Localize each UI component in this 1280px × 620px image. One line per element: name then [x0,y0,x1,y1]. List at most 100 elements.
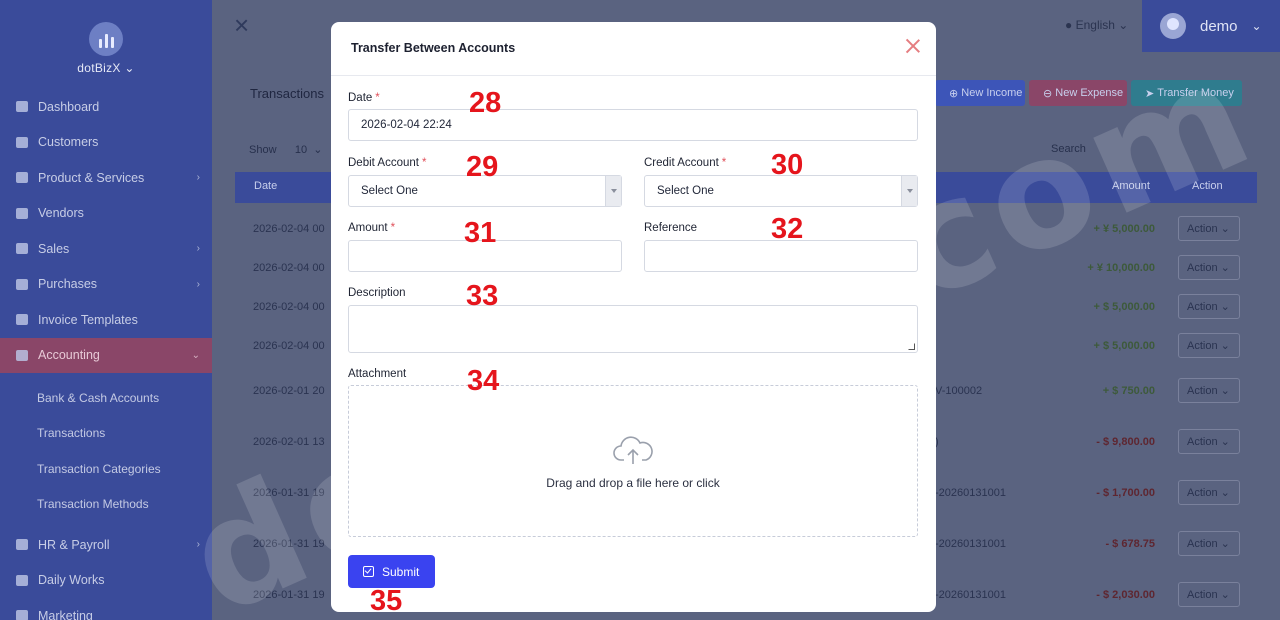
row-amount: + ¥ 5,000.00 [1093,223,1155,235]
row-action-button[interactable]: Action ⌄ [1178,378,1240,403]
row-reference: -20260131001 [935,589,1006,601]
avatar [1160,13,1186,39]
dropzone-text: Drag and drop a file here or click [546,476,720,490]
sidebar-nav: Dashboard Customers Product & Services › … [0,89,212,373]
sidebar-subitem-transaction-categories[interactable]: Transaction Categories [0,451,212,487]
dropdown-arrow-icon [605,176,621,206]
sidebar-item-purchases[interactable]: Purchases › [0,267,212,303]
annotation-marker: 35 [370,585,403,617]
row-action-button[interactable]: Action ⌄ [1178,333,1240,358]
vendors-icon [16,207,28,219]
chevron-down-icon: ⌄ [191,349,200,361]
debit-account-label: Debit Account * [348,157,427,169]
chevron-right-icon: › [196,278,200,290]
row-amount: - $ 9,800.00 [1096,436,1155,448]
page-length-control[interactable]: Show 10 ⌄ [249,143,322,156]
page-title: Transactions [250,86,324,101]
new-income-button[interactable]: ⊕ New Income [935,80,1025,106]
sidebar-item-daily-works[interactable]: Daily Works [0,563,212,599]
row-reference: V-100002 [935,385,983,397]
row-date: 2026-01-31 19 [253,487,325,499]
sidebar-subitem-bank-cash[interactable]: Bank & Cash Accounts [0,380,212,416]
row-action-button[interactable]: Action ⌄ [1178,255,1240,280]
annotation-marker: 33 [466,280,499,312]
reference-label: Reference [644,222,698,234]
search-label: Search [1051,143,1086,155]
transfer-money-button[interactable]: ➤ Transfer Money [1131,80,1242,106]
annotation-marker: 30 [771,149,804,181]
submit-button[interactable]: Submit [348,555,435,588]
plus-icon: ⊕ [949,87,962,100]
accounting-submenu: Bank & Cash Accounts Transactions Transa… [0,373,212,526]
chevron-right-icon: › [196,539,200,551]
row-action-button[interactable]: Action ⌄ [1178,429,1240,454]
chevron-right-icon: › [196,243,200,255]
cart-icon [16,243,28,255]
sidebar-item-sales[interactable]: Sales › [0,231,212,267]
row-date: 2026-01-31 19 [253,589,325,601]
chevron-down-icon: ⌄ [1251,19,1262,33]
row-amount: + $ 5,000.00 [1093,301,1155,313]
col-date[interactable]: Date [254,180,277,192]
sidebar-item-products[interactable]: Product & Services › [0,160,212,196]
logo-icon [89,21,123,56]
row-action-button[interactable]: Action ⌄ [1178,582,1240,607]
row-action-button[interactable]: Action ⌄ [1178,216,1240,241]
row-amount: + $ 750.00 [1102,385,1155,397]
sidebar-item-dashboard[interactable]: Dashboard [0,89,212,125]
row-action-button[interactable]: Action ⌄ [1178,480,1240,505]
row-amount: - $ 2,030.00 [1096,589,1155,601]
sidebar-item-vendors[interactable]: Vendors [0,196,212,232]
clock-icon [16,574,28,586]
palette-icon [16,314,28,326]
close-icon[interactable] [904,37,922,55]
globe-icon: ● [1065,18,1073,32]
modal-title: Transfer Between Accounts [351,41,516,55]
user-menu[interactable]: demo ⌄ [1142,0,1280,52]
sidebar-subitem-transactions[interactable]: Transactions [0,416,212,452]
brand-logo[interactable]: dotBizX ⌄ [0,0,212,88]
row-action-button[interactable]: Action ⌄ [1178,294,1240,319]
row-date: 2026-02-01 20 [253,385,325,397]
row-date: 2026-02-04 00 [253,301,325,313]
sidebar-item-marketing[interactable]: Marketing [0,598,212,620]
new-expense-button[interactable]: ⊖ New Expense [1029,80,1127,106]
resize-handle-icon[interactable] [908,343,915,350]
sidebar-item-hr-payroll[interactable]: HR & Payroll › [0,527,212,563]
sidebar-item-accounting[interactable]: Accounting ⌄ [0,337,212,373]
dropdown-arrow-icon [901,176,917,206]
sidebar-subitem-transaction-methods[interactable]: Transaction Methods [0,487,212,523]
language-selector[interactable]: ● English ⌄ [1065,18,1128,32]
sidebar-item-invoice-templates[interactable]: Invoice Templates [0,302,212,338]
row-date: 2026-02-04 00 [253,262,325,274]
col-action: Action [1192,180,1223,192]
annotation-marker: 31 [464,217,497,249]
col-amount[interactable]: Amount [1112,180,1150,192]
attachment-dropzone[interactable]: Drag and drop a file here or click [348,385,918,537]
megaphone-icon [16,610,28,620]
sidebar-toggle-close-icon[interactable]: × [234,12,249,38]
annotation-marker: 34 [467,365,500,397]
send-icon: ➤ [1145,87,1158,100]
row-reference: -20260131001 [935,538,1006,550]
sidebar-nav-lower: HR & Payroll › Daily Works Marketing [0,527,212,620]
row-date: 2026-01-31 19 [253,538,325,550]
amount-label: Amount * [348,222,396,234]
row-date: 2026-02-04 00 [253,340,325,352]
transfer-modal: Transfer Between Accounts Date * 2026-02-… [331,22,936,612]
row-amount: - $ 678.75 [1105,538,1155,550]
sidebar-item-customers[interactable]: Customers [0,125,212,161]
sidebar: dotBizX ⌄ Dashboard Customers Product & … [0,0,212,620]
row-amount: + $ 5,000.00 [1093,340,1155,352]
annotation-marker: 29 [466,151,499,183]
date-field[interactable]: 2026-02-04 22:24 [348,109,918,141]
description-textarea[interactable] [348,305,918,353]
row-action-button[interactable]: Action ⌄ [1178,531,1240,556]
calculator-icon [16,349,28,361]
id-card-icon [16,539,28,551]
chevron-right-icon: › [196,172,200,184]
dashboard-icon [16,101,28,113]
row-date: 2026-02-04 00 [253,223,325,235]
row-amount: - $ 1,700.00 [1096,487,1155,499]
brand-name[interactable]: dotBizX ⌄ [77,61,134,75]
